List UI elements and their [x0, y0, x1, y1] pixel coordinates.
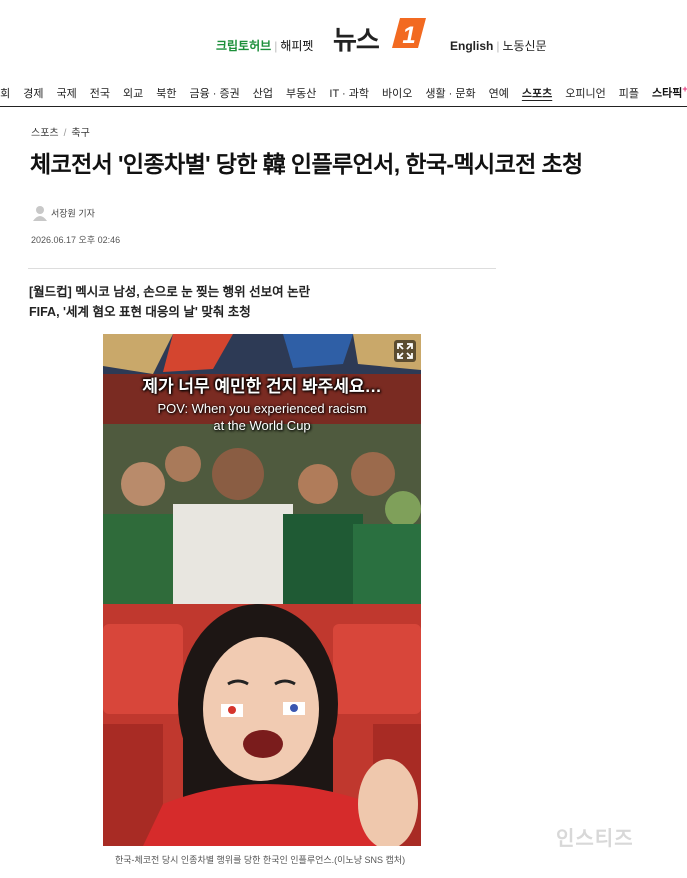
star-label-suffix: 픽	[672, 87, 683, 100]
nav-item[interactable]: 경제	[23, 85, 43, 101]
nav-item[interactable]: 금융 · 증권	[190, 85, 240, 101]
summary-line: FIFA, '세계 혐오 표현 대응의 날' 맞춰 초청	[29, 305, 251, 319]
nav-item[interactable]: 전국	[90, 85, 110, 101]
top-left-links: 크립토허브 | 해피펫	[216, 37, 313, 54]
happypet-link[interactable]: 해피펫	[280, 39, 313, 53]
divider	[28, 268, 496, 269]
top-header: 크립토허브 | 해피펫 뉴스 1 English | 노동신문	[0, 0, 687, 74]
photo-caption: 한국-체코전 당시 인종차별 행위를 당한 한국인 인플루언스.(이노냥 SNS…	[114, 855, 406, 865]
breadcrumb-separator: /	[63, 128, 67, 139]
nav-item[interactable]: 외교	[123, 85, 143, 101]
logo-text: 뉴스	[333, 25, 380, 55]
star-mark: +	[682, 84, 687, 94]
watermark: 인스티즈	[556, 828, 634, 850]
logo-badge-number: 1	[402, 22, 415, 49]
nav-item[interactable]: 오피니언	[565, 85, 605, 101]
nav-list: 사회 경제 국제 전국 외교 북한 금융 · 증권 산업 부동산 IT · 과학 바이오 생활 · 문…	[0, 84, 687, 101]
nav-item[interactable]: 연예	[489, 85, 509, 101]
article-photo[interactable]: 제가 너무 예민한 건지 봐주세요… POV: When you experie…	[103, 334, 421, 846]
nav-item-star[interactable]: 스타픽+	[652, 84, 687, 101]
separator: |	[274, 39, 278, 53]
overlay-english-line: at the World Cup	[213, 418, 311, 433]
star-label: 스타	[651, 87, 673, 100]
summary-line: [월드컵] 멕시코 남성, 손으로 눈 찢는 행위 선보여 논란	[29, 285, 311, 299]
nav-item[interactable]: IT · 과학	[329, 85, 369, 101]
separator: |	[496, 39, 500, 53]
publish-date: 2026.06.17 오후 02:46	[31, 235, 121, 245]
labor-paper-link[interactable]: 노동신문	[502, 39, 546, 53]
video-overlay-english: POV: When you experienced racism at the …	[103, 400, 421, 434]
breadcrumb-football[interactable]: 축구	[71, 128, 89, 139]
english-link[interactable]: English	[450, 39, 493, 53]
video-overlay-korean: 제가 너무 예민한 건지 봐주세요…	[142, 377, 382, 396]
breadcrumb-sports[interactable]: 스포츠	[31, 128, 59, 139]
main-nav: 사회 경제 국제 전국 외교 북한 금융 · 증권 산업 부동산 IT · 과학 바이오 생활 · 문…	[0, 77, 687, 107]
nav-item[interactable]: 피플	[619, 85, 639, 101]
nav-item[interactable]: 바이오	[382, 85, 412, 101]
nav-item[interactable]: 국제	[57, 85, 77, 101]
crypto-hub-link[interactable]: 크립토허브	[216, 39, 271, 53]
reporter-avatar-icon	[33, 205, 47, 223]
article-summary: [월드컵] 멕시코 남성, 손으로 눈 찢는 행위 선보여 논란 FIFA, '…	[29, 282, 310, 322]
logo-badge-icon: 1	[392, 18, 426, 49]
nav-item[interactable]: 산업	[253, 85, 273, 101]
expand-icon[interactable]	[394, 340, 416, 362]
nav-item[interactable]: 북한	[156, 85, 176, 101]
nav-item[interactable]: 사회	[0, 85, 10, 101]
article-headline: 체코전서 '인종차별' 당한 韓 인플루언서, 한국-멕시코전 초청	[30, 151, 583, 177]
top-right-links: English | 노동신문	[450, 37, 547, 54]
reporter-byline[interactable]: 서장원 기자	[33, 205, 95, 223]
nav-item[interactable]: 스포츠	[522, 85, 552, 101]
reporter-name: 서장원 기자	[51, 208, 95, 219]
nav-item[interactable]: 생활 · 문화	[425, 85, 475, 101]
nav-item[interactable]: 부동산	[286, 85, 316, 101]
overlay-english-line: POV: When you experienced racism	[157, 401, 367, 416]
breadcrumb: 스포츠 / 축구	[31, 124, 90, 139]
